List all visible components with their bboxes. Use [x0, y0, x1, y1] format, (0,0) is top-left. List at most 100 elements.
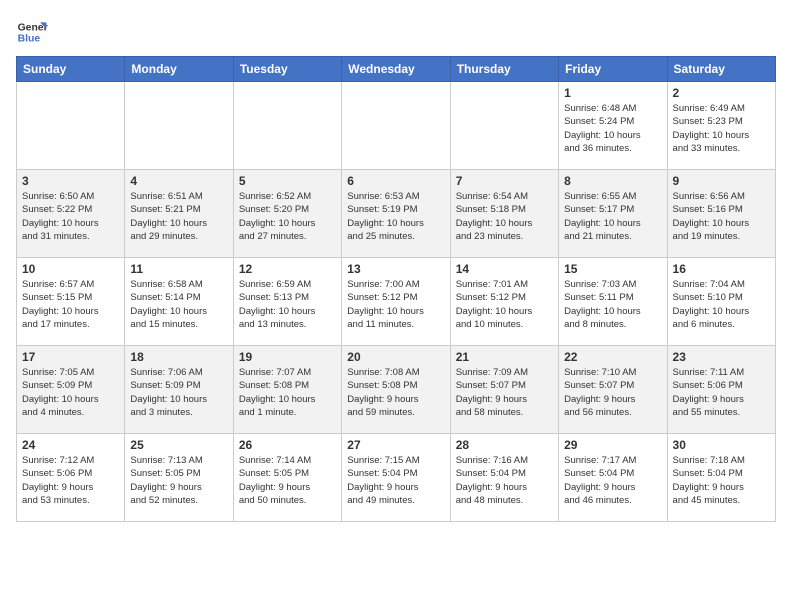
calendar-cell: 3 Sunrise: 6:50 AM Sunset: 5:22 PM Daylig… [17, 170, 125, 258]
calendar-cell: 25 Sunrise: 7:13 AM Sunset: 5:05 PM Dayli… [125, 434, 233, 522]
day-info: Sunrise: 7:10 AM Sunset: 5:07 PM Dayligh… [564, 366, 661, 419]
day-number: 22 [564, 350, 661, 364]
day-info: Sunrise: 6:56 AM Sunset: 5:16 PM Dayligh… [673, 190, 770, 243]
calendar-cell [450, 82, 558, 170]
day-info: Sunrise: 6:54 AM Sunset: 5:18 PM Dayligh… [456, 190, 553, 243]
week-row-5: 24Sunrise: 7:12 AM Sunset: 5:06 PM Dayli… [17, 434, 776, 522]
day-info: Sunrise: 7:07 AM Sunset: 5:08 PM Dayligh… [239, 366, 336, 419]
day-info: Sunrise: 7:11 AM Sunset: 5:06 PM Dayligh… [673, 366, 770, 419]
day-number: 20 [347, 350, 444, 364]
calendar-cell: 19 Sunrise: 7:07 AM Sunset: 5:08 PM Dayli… [233, 346, 341, 434]
day-number: 30 [673, 438, 770, 452]
calendar-cell: 7 Sunrise: 6:54 AM Sunset: 5:18 PM Daylig… [450, 170, 558, 258]
day-number: 17 [22, 350, 119, 364]
day-info: Sunrise: 6:59 AM Sunset: 5:13 PM Dayligh… [239, 278, 336, 331]
calendar-cell: 1 Sunrise: 6:48 AM Sunset: 5:24 PM Daylig… [559, 82, 667, 170]
day-info: Sunrise: 7:03 AM Sunset: 5:11 PM Dayligh… [564, 278, 661, 331]
calendar-cell [342, 82, 450, 170]
day-number: 9 [673, 174, 770, 188]
calendar-cell: 20 Sunrise: 7:08 AM Sunset: 5:08 PM Dayli… [342, 346, 450, 434]
calendar-cell: 5 Sunrise: 6:52 AM Sunset: 5:20 PM Daylig… [233, 170, 341, 258]
day-number: 13 [347, 262, 444, 276]
calendar-cell: 28Sunrise: 7:16 AM Sunset: 5:04 PM Dayli… [450, 434, 558, 522]
day-info: Sunrise: 7:08 AM Sunset: 5:08 PM Dayligh… [347, 366, 444, 419]
day-number: 10 [22, 262, 119, 276]
day-number: 5 [239, 174, 336, 188]
day-info: Sunrise: 7:17 AM Sunset: 5:04 PM Dayligh… [564, 454, 661, 507]
day-info: Sunrise: 6:52 AM Sunset: 5:20 PM Dayligh… [239, 190, 336, 243]
svg-text:Blue: Blue [18, 34, 41, 45]
calendar-cell: 11 Sunrise: 6:58 AM Sunset: 5:14 PM Dayli… [125, 258, 233, 346]
weekday-header-friday: Friday [559, 57, 667, 82]
week-row-3: 10 Sunrise: 6:57 AM Sunset: 5:15 PM Dayli… [17, 258, 776, 346]
calendar-cell: 15 Sunrise: 7:03 AM Sunset: 5:11 PM Dayli… [559, 258, 667, 346]
day-info: Sunrise: 6:57 AM Sunset: 5:15 PM Dayligh… [22, 278, 119, 331]
day-info: Sunrise: 7:06 AM Sunset: 5:09 PM Dayligh… [130, 366, 227, 419]
day-number: 25 [130, 438, 227, 452]
day-number: 19 [239, 350, 336, 364]
calendar-cell: 21 Sunrise: 7:09 AM Sunset: 5:07 PM Dayli… [450, 346, 558, 434]
day-info: Sunrise: 7:05 AM Sunset: 5:09 PM Dayligh… [22, 366, 119, 419]
day-number: 29 [564, 438, 661, 452]
calendar-cell: 17 Sunrise: 7:05 AM Sunset: 5:09 PM Dayli… [17, 346, 125, 434]
day-number: 6 [347, 174, 444, 188]
calendar-cell: 14 Sunrise: 7:01 AM Sunset: 5:12 PM Dayli… [450, 258, 558, 346]
day-info: Sunrise: 7:14 AM Sunset: 5:05 PM Dayligh… [239, 454, 336, 507]
calendar-cell [233, 82, 341, 170]
weekday-header-thursday: Thursday [450, 57, 558, 82]
calendar-cell: 27 Sunrise: 7:15 AM Sunset: 5:04 PM Dayli… [342, 434, 450, 522]
week-row-4: 17 Sunrise: 7:05 AM Sunset: 5:09 PM Dayli… [17, 346, 776, 434]
day-info: Sunrise: 7:16 AM Sunset: 5:04 PM Dayligh… [456, 454, 553, 507]
day-info: Sunrise: 6:55 AM Sunset: 5:17 PM Dayligh… [564, 190, 661, 243]
day-number: 3 [22, 174, 119, 188]
weekday-header-wednesday: Wednesday [342, 57, 450, 82]
day-info: Sunrise: 6:58 AM Sunset: 5:14 PM Dayligh… [130, 278, 227, 331]
day-info: Sunrise: 6:48 AM Sunset: 5:24 PM Dayligh… [564, 102, 661, 155]
week-row-1: 1 Sunrise: 6:48 AM Sunset: 5:24 PM Daylig… [17, 82, 776, 170]
day-info: Sunrise: 7:13 AM Sunset: 5:05 PM Dayligh… [130, 454, 227, 507]
day-number: 1 [564, 86, 661, 100]
weekday-header-monday: Monday [125, 57, 233, 82]
page-header: General Blue [16, 16, 776, 48]
day-number: 14 [456, 262, 553, 276]
week-row-2: 3 Sunrise: 6:50 AM Sunset: 5:22 PM Daylig… [17, 170, 776, 258]
calendar-cell: 24Sunrise: 7:12 AM Sunset: 5:06 PM Dayli… [17, 434, 125, 522]
calendar-cell: 4 Sunrise: 6:51 AM Sunset: 5:21 PM Daylig… [125, 170, 233, 258]
day-number: 2 [673, 86, 770, 100]
weekday-header-tuesday: Tuesday [233, 57, 341, 82]
day-number: 7 [456, 174, 553, 188]
day-number: 16 [673, 262, 770, 276]
day-number: 8 [564, 174, 661, 188]
calendar-cell: 23Sunrise: 7:11 AM Sunset: 5:06 PM Dayli… [667, 346, 775, 434]
day-number: 11 [130, 262, 227, 276]
day-info: Sunrise: 7:01 AM Sunset: 5:12 PM Dayligh… [456, 278, 553, 331]
calendar-cell: 26 Sunrise: 7:14 AM Sunset: 5:05 PM Dayli… [233, 434, 341, 522]
day-number: 15 [564, 262, 661, 276]
day-number: 12 [239, 262, 336, 276]
calendar-cell: 8 Sunrise: 6:55 AM Sunset: 5:17 PM Daylig… [559, 170, 667, 258]
day-info: Sunrise: 7:00 AM Sunset: 5:12 PM Dayligh… [347, 278, 444, 331]
calendar-cell [125, 82, 233, 170]
day-info: Sunrise: 7:18 AM Sunset: 5:04 PM Dayligh… [673, 454, 770, 507]
calendar-cell: 16 Sunrise: 7:04 AM Sunset: 5:10 PM Dayli… [667, 258, 775, 346]
calendar-cell: 30 Sunrise: 7:18 AM Sunset: 5:04 PM Dayli… [667, 434, 775, 522]
calendar-cell: 13 Sunrise: 7:00 AM Sunset: 5:12 PM Dayli… [342, 258, 450, 346]
day-number: 18 [130, 350, 227, 364]
day-number: 4 [130, 174, 227, 188]
calendar-cell: 9 Sunrise: 6:56 AM Sunset: 5:16 PM Daylig… [667, 170, 775, 258]
day-info: Sunrise: 7:15 AM Sunset: 5:04 PM Dayligh… [347, 454, 444, 507]
weekday-header-saturday: Saturday [667, 57, 775, 82]
calendar-table: SundayMondayTuesdayWednesdayThursdayFrid… [16, 56, 776, 522]
day-info: Sunrise: 7:04 AM Sunset: 5:10 PM Dayligh… [673, 278, 770, 331]
day-info: Sunrise: 6:51 AM Sunset: 5:21 PM Dayligh… [130, 190, 227, 243]
weekday-header-row: SundayMondayTuesdayWednesdayThursdayFrid… [17, 57, 776, 82]
day-number: 26 [239, 438, 336, 452]
logo-icon: General Blue [16, 16, 48, 48]
day-number: 21 [456, 350, 553, 364]
calendar-cell: 10 Sunrise: 6:57 AM Sunset: 5:15 PM Dayli… [17, 258, 125, 346]
day-info: Sunrise: 6:50 AM Sunset: 5:22 PM Dayligh… [22, 190, 119, 243]
day-info: Sunrise: 7:09 AM Sunset: 5:07 PM Dayligh… [456, 366, 553, 419]
calendar-cell: 6Sunrise: 6:53 AM Sunset: 5:19 PM Daylig… [342, 170, 450, 258]
day-info: Sunrise: 7:12 AM Sunset: 5:06 PM Dayligh… [22, 454, 119, 507]
day-number: 27 [347, 438, 444, 452]
